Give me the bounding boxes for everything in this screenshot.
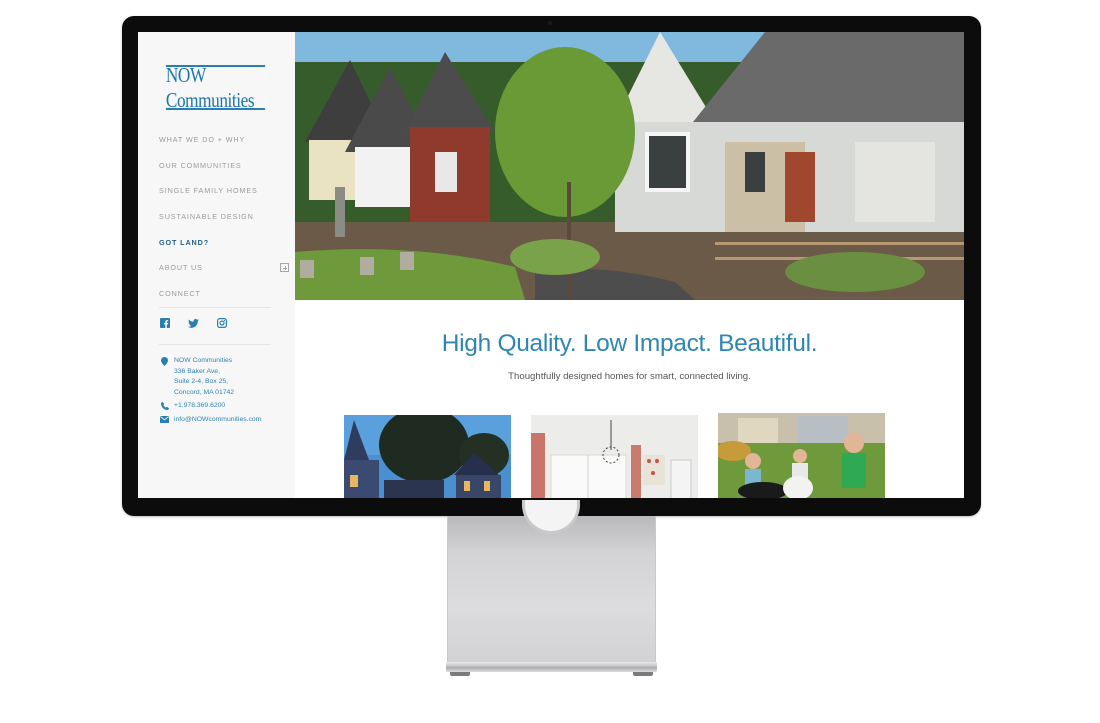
nav-item-label: SUSTAINABLE DESIGN (159, 212, 254, 222)
address-line: NOW Communities (174, 357, 233, 364)
email-row: info@NOWcommunities.com (160, 415, 261, 426)
nav-item-label: GOT LAND? (159, 237, 210, 247)
phone-row: +1.978.369.6200 (160, 401, 261, 412)
monitor-frame: NOW Communities WHAT WE DO + WHY OUR COM… (122, 16, 981, 516)
contact-info: NOW Communities 336 Baker Ave, Suite 2-4… (160, 356, 261, 428)
monitor-stand (447, 516, 656, 664)
envelope-icon (160, 415, 169, 426)
thumbnail-children-dogs[interactable] (718, 413, 885, 498)
address-row: NOW Communities 336 Baker Ave, Suite 2-4… (160, 356, 261, 398)
stand-foot (633, 672, 653, 676)
nav-item-sustainable-design[interactable]: SUSTAINABLE DESIGN (159, 204, 279, 230)
sidebar: NOW Communities WHAT WE DO + WHY OUR COM… (138, 32, 295, 498)
camera (548, 21, 552, 25)
address-line: Concord, MA 01742 (174, 388, 235, 396)
divider (159, 344, 271, 345)
address: NOW Communities 336 Baker Ave, Suite 2-4… (174, 356, 234, 398)
address-line: 336 Baker Ave, (174, 367, 220, 375)
instagram-icon[interactable] (217, 318, 227, 328)
thumbnail-interior[interactable] (531, 415, 698, 498)
nav-item-single-family-homes[interactable]: SINGLE FAMILY HOMES (159, 178, 279, 204)
stand-base (446, 662, 657, 672)
website-screen: NOW Communities WHAT WE DO + WHY OUR COM… (138, 32, 964, 498)
headline: High Quality. Low Impact. Beautiful. (441, 330, 818, 357)
hero-image (295, 32, 964, 300)
nav-item-got-land[interactable]: GOT LAND? (159, 229, 279, 255)
main-nav: WHAT WE DO + WHY OUR COMMUNITIES SINGLE … (159, 127, 289, 307)
email-link[interactable]: info@NOWcommunities.com (174, 415, 261, 426)
nav-item-what-we-do[interactable]: WHAT WE DO + WHY (159, 127, 279, 153)
nav-item-about-us[interactable]: ABOUT US (159, 255, 289, 281)
plus-square-icon[interactable] (280, 263, 289, 273)
divider (159, 307, 271, 308)
nav-item-label: ABOUT US (159, 263, 203, 273)
nav-item-label: SINGLE FAMILY HOMES (159, 186, 258, 196)
phone-icon (160, 401, 169, 412)
nav-item-label: OUR COMMUNITIES (159, 160, 242, 170)
facebook-icon[interactable] (160, 318, 170, 328)
nav-item-connect[interactable]: CONNECT (159, 281, 279, 307)
phone-link[interactable]: +1.978.369.6200 (174, 401, 225, 412)
nav-item-our-communities[interactable]: OUR COMMUNITIES (159, 153, 279, 179)
nav-item-label: WHAT WE DO + WHY (159, 135, 246, 145)
twitter-icon[interactable] (188, 318, 199, 328)
site-logo[interactable]: NOW Communities (165, 63, 266, 112)
stand-foot (450, 672, 470, 676)
subheadline: Thoughtfully designed homes for smart, c… (508, 371, 751, 382)
address-line: Suite 2-4, Box 25, (174, 378, 229, 385)
social-links (160, 318, 227, 328)
map-pin-icon (160, 356, 169, 398)
nav-item-label: CONNECT (159, 288, 201, 298)
thumbnail-homes-dusk[interactable] (344, 415, 511, 498)
